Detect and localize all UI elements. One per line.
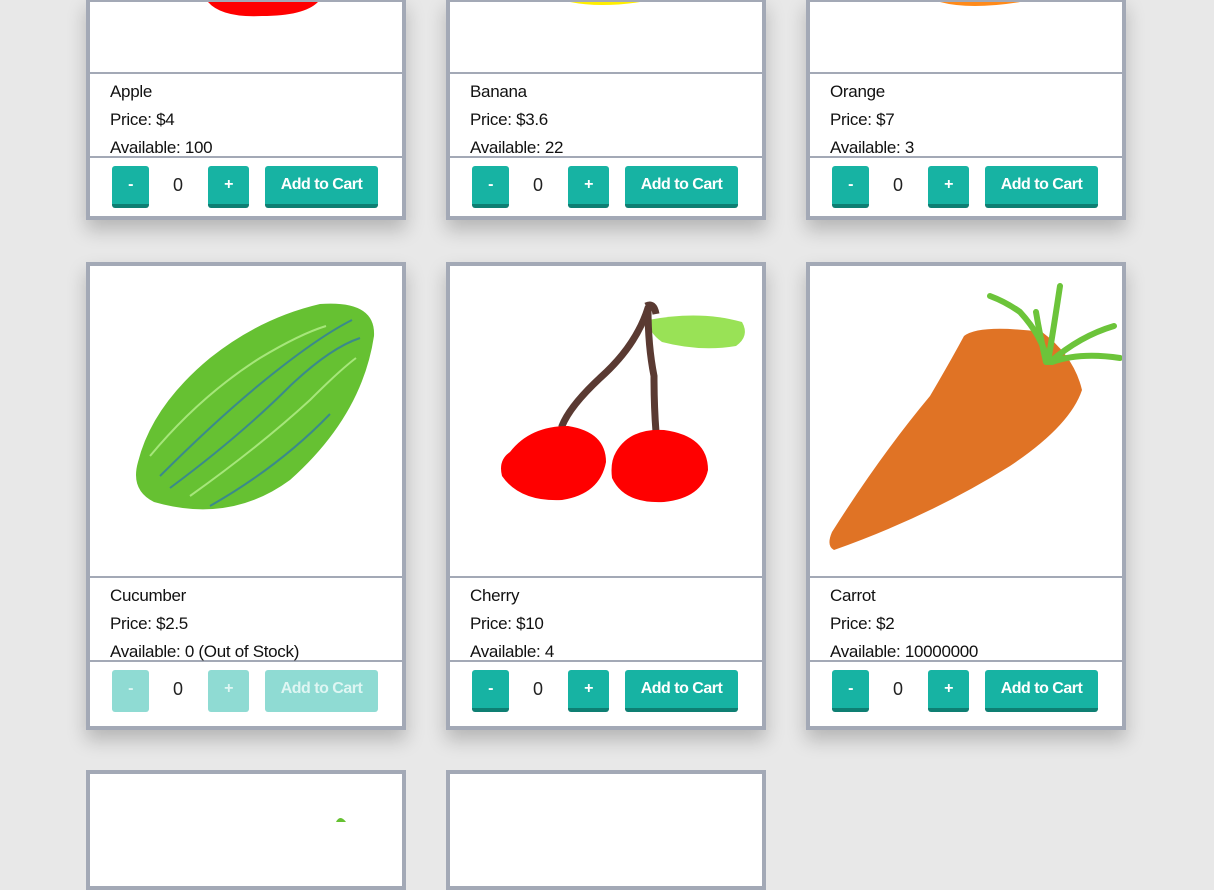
increase-quantity-button[interactable]: + (208, 166, 249, 208)
cucumber-drawing-icon (136, 303, 375, 510)
quantity-value: 0 (892, 175, 903, 195)
carrot-drawing-icon (829, 283, 1122, 550)
quantity-value: 0 (532, 679, 543, 699)
product-price: Price: $2.5 (110, 614, 188, 633)
orange-drawing-icon (940, 2, 1020, 6)
product-card-cherry: Cherry Price: $10 Available: 4 - 0 + Add… (446, 262, 766, 730)
decrease-quantity-button[interactable]: - (112, 670, 149, 712)
decrease-quantity-button[interactable]: - (832, 166, 869, 208)
carrot-image (810, 266, 1122, 578)
product-name: Carrot (830, 586, 876, 605)
apple-drawing-icon (208, 2, 318, 17)
pear-drawing-icon (336, 818, 346, 822)
cherry-drawing-icon (501, 301, 745, 503)
add-to-cart-button[interactable]: Add to Cart (625, 166, 738, 208)
product-card-apple: Apple Price: $4 Available: 100 - 0 + Add… (86, 0, 406, 220)
increase-quantity-button[interactable]: + (928, 166, 969, 208)
product-name: Apple (110, 82, 152, 101)
product-price: Price: $10 (470, 614, 544, 633)
product-card-carrot: Carrot Price: $2 Available: 10000000 - 0… (806, 262, 1126, 730)
product-card-cucumber: Cucumber Price: $2.5 Available: 0 (Out o… (86, 262, 406, 730)
add-to-cart-button[interactable]: Add to Cart (265, 166, 378, 208)
product-image (90, 774, 402, 886)
decrease-quantity-button[interactable]: - (832, 670, 869, 712)
banana-image (450, 2, 762, 74)
add-to-cart-button[interactable]: Add to Cart (265, 670, 378, 712)
product-name: Cucumber (110, 586, 187, 605)
product-name: Orange (830, 82, 885, 101)
product-card-banana: Banana Price: $3.6 Available: 22 - 0 + A… (446, 0, 766, 220)
banana-drawing-icon (570, 2, 640, 5)
product-name: Banana (470, 82, 527, 101)
decrease-quantity-button[interactable]: - (472, 166, 509, 208)
increase-quantity-button[interactable]: + (568, 166, 609, 208)
increase-quantity-button[interactable]: + (568, 670, 609, 712)
product-price: Price: $4 (110, 110, 175, 129)
product-price: Price: $3.6 (470, 110, 548, 129)
product-name: Cherry (470, 586, 520, 605)
cucumber-image (90, 266, 402, 578)
product-image (450, 774, 762, 886)
product-card-peek-2 (446, 770, 766, 890)
product-price: Price: $7 (830, 110, 895, 129)
increase-quantity-button[interactable]: + (928, 670, 969, 712)
decrease-quantity-button[interactable]: - (112, 166, 149, 208)
apple-image (90, 2, 402, 74)
decrease-quantity-button[interactable]: - (472, 670, 509, 712)
add-to-cart-button[interactable]: Add to Cart (985, 166, 1098, 208)
cherry-image (450, 266, 762, 578)
product-price: Price: $2 (830, 614, 895, 633)
increase-quantity-button[interactable]: + (208, 670, 249, 712)
add-to-cart-button[interactable]: Add to Cart (985, 670, 1098, 712)
quantity-value: 0 (172, 679, 183, 699)
product-card-peek-1 (86, 770, 406, 890)
quantity-value: 0 (532, 175, 543, 195)
quantity-value: 0 (892, 679, 903, 699)
orange-image (810, 2, 1122, 74)
quantity-value: 0 (172, 175, 183, 195)
add-to-cart-button[interactable]: Add to Cart (625, 670, 738, 712)
product-card-orange: Orange Price: $7 Available: 3 - 0 + Add … (806, 0, 1126, 220)
